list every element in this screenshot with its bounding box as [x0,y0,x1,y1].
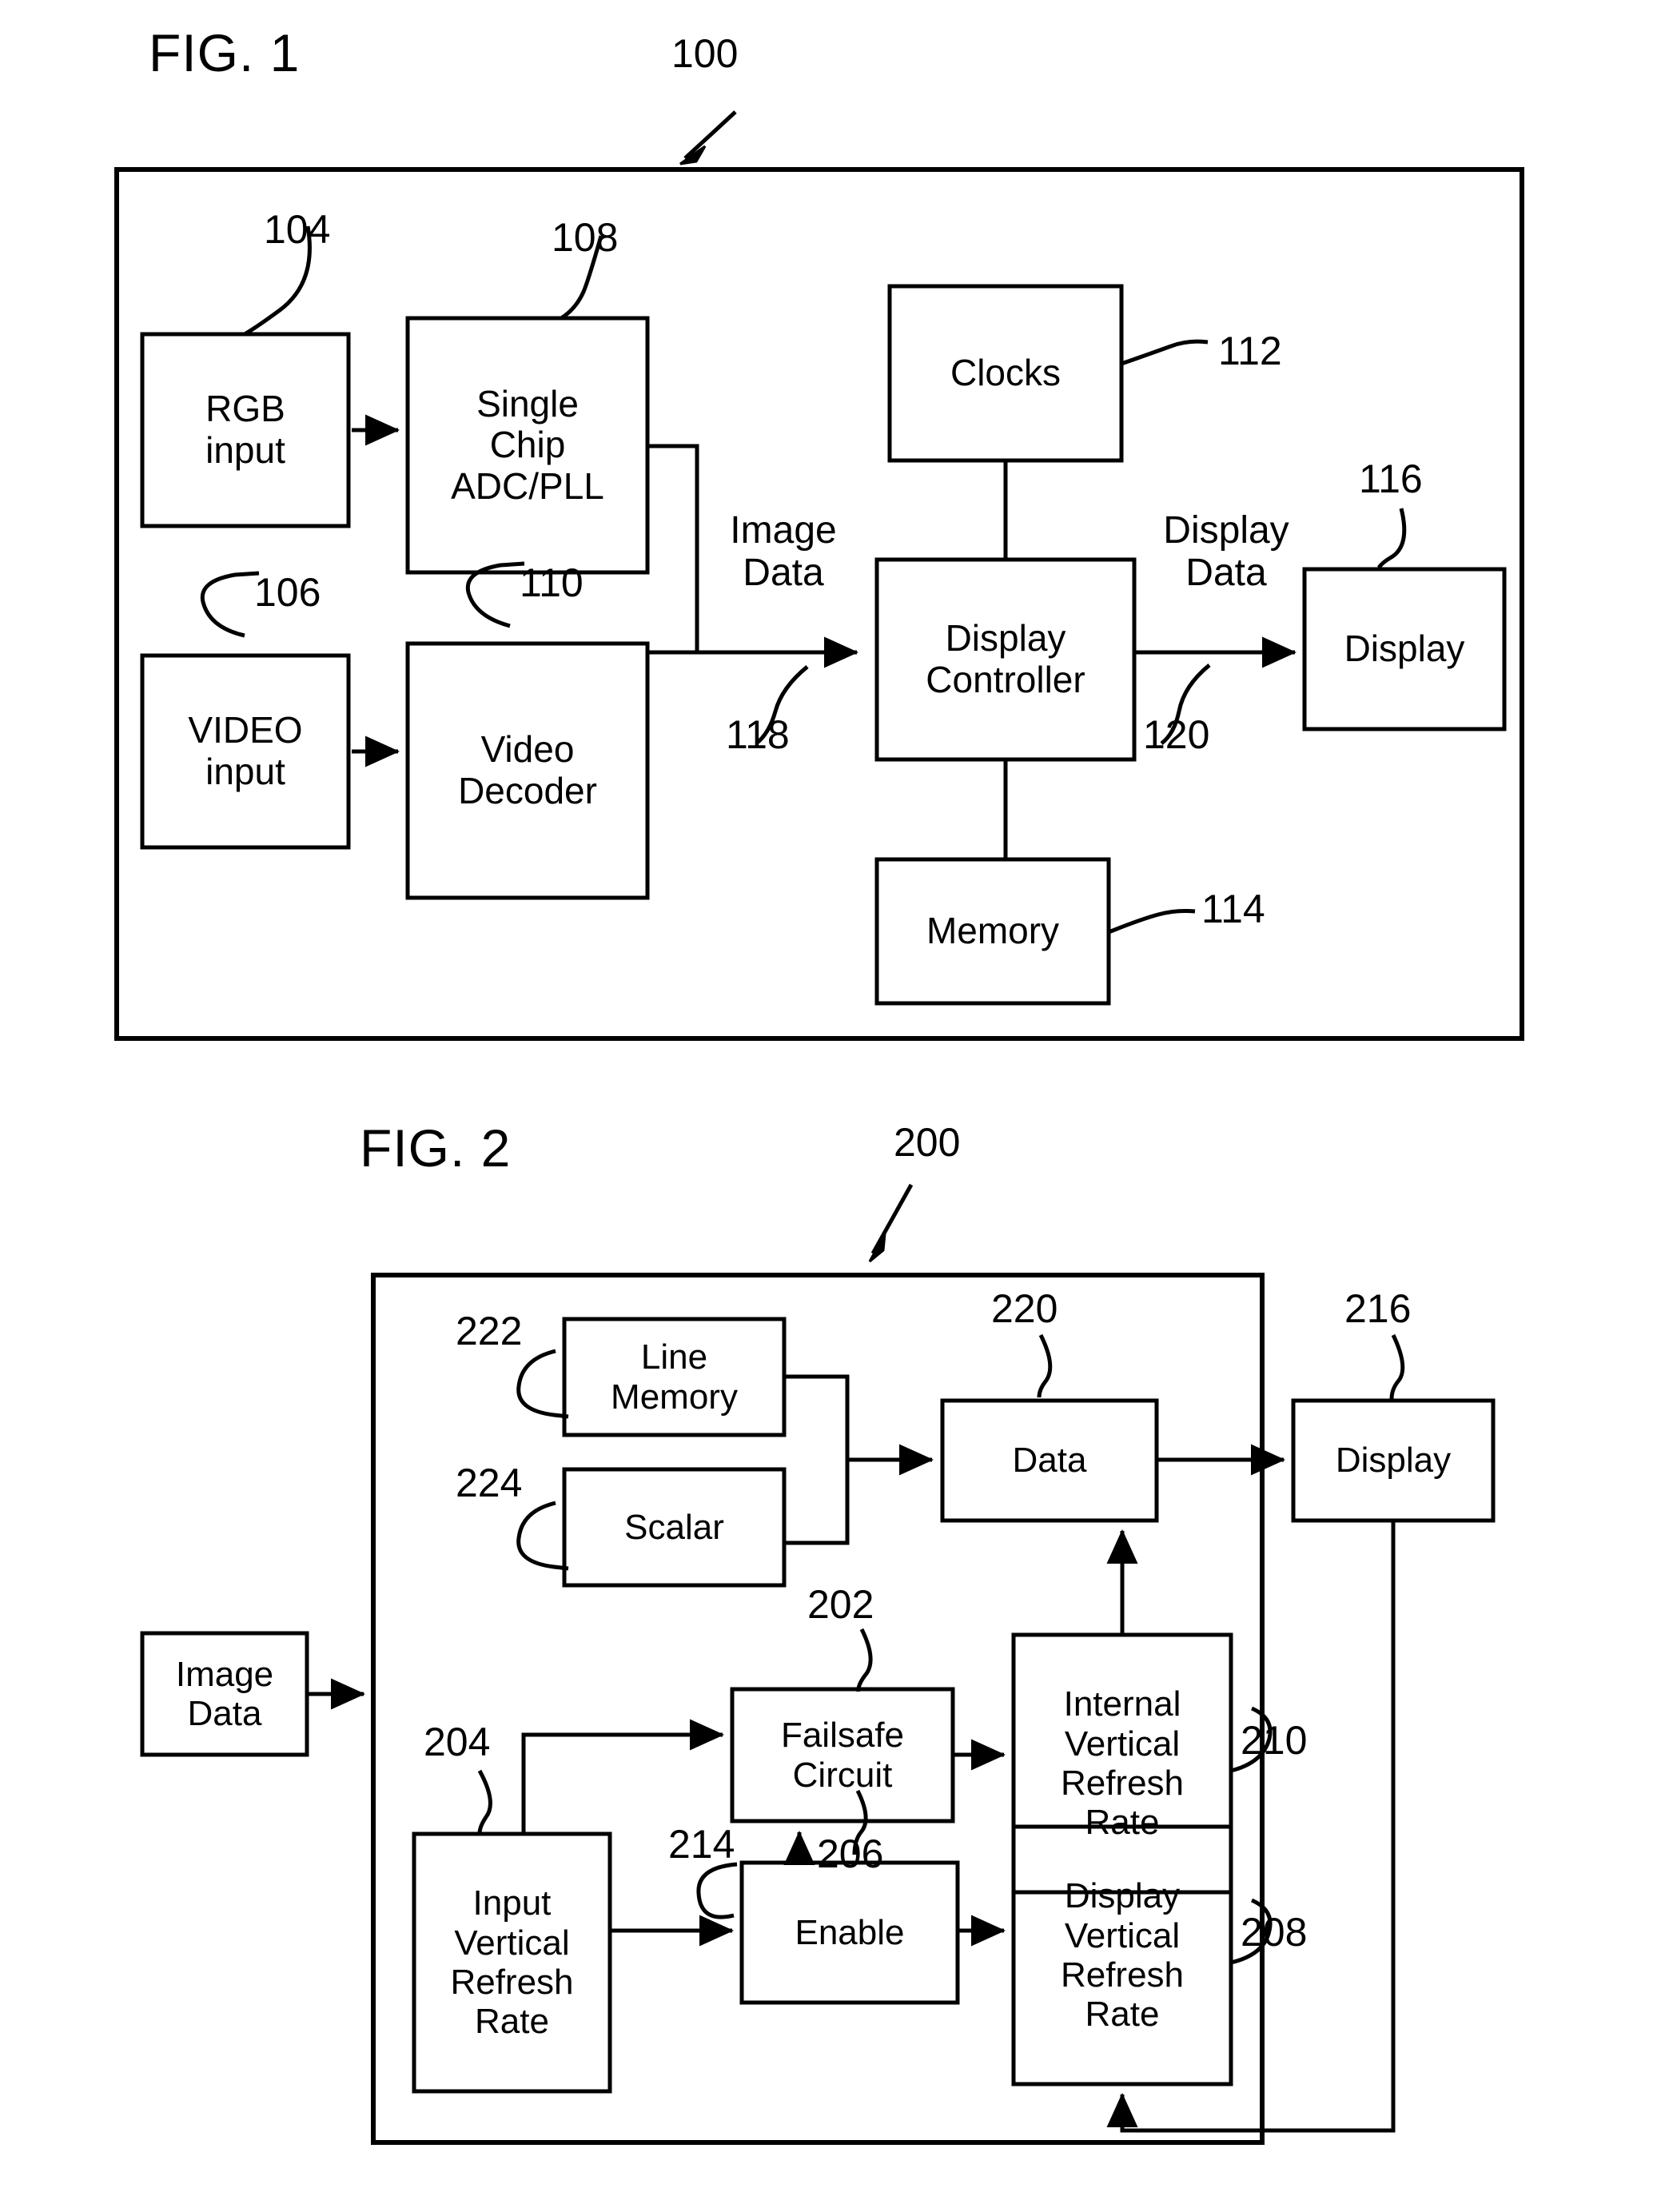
fig1-ref-116: 116 [1359,456,1423,501]
fig2-ref-224: 224 [456,1461,523,1505]
fig2-ref-208: 208 [1241,1910,1308,1955]
fig2-ref-222: 222 [456,1309,523,1353]
figure-2-title: FIG. 2 [360,1118,512,1178]
fig2-ref-204: 204 [424,1720,491,1764]
fig2-ref-202: 202 [807,1582,874,1627]
fig1-ref-114: 114 [1201,887,1265,931]
fig1-box-video-input: VIDEO input [188,709,303,792]
patent-drawing-sheet: FIG. 1 100 104 RGB input 108 Single Chip… [0,0,1665,2212]
fig1-ref-112: 112 [1218,329,1282,373]
fig1-ref-108: 108 [552,215,619,260]
fig2-ref-220: 220 [991,1286,1058,1331]
fig1-box-clocks: Clocks [950,352,1062,394]
fig1-ref-120: 120 [1143,712,1210,757]
fig2-box-input-vertical-refresh-rate: Input Vertical Refresh Rate [450,1883,574,2042]
fig1-ref-106: 106 [254,570,321,615]
fig1-box-rgb-input: RGB input [205,388,285,471]
fig2-system-ref: 200 [894,1120,961,1165]
fig1-box-video-decoder: Video Decoder [458,728,597,811]
fig1-edge-display-data: Display Data [1163,509,1289,594]
fig2-box-data: Data [1012,1441,1087,1481]
fig1-system-ref: 100 [671,31,739,76]
fig2-ref-216: 216 [1344,1286,1412,1331]
fig1-box-display-controller: Display Controller [926,617,1085,700]
fig2-ref-210: 210 [1241,1718,1308,1763]
fig1-box-single-chip-adc-pll: Single Chip ADC/PLL [451,382,604,507]
figure-1-title: FIG. 1 [149,23,301,82]
fig1-box-display: Display [1344,628,1465,670]
fig1-ref-110: 110 [520,560,584,605]
fig2-box-scalar: Scalar [624,1507,724,1547]
fig2-box-display-vertical-refresh-rate: Display Vertical Refresh Rate [1060,1876,1185,2035]
fig2-box-image-data: Image Data [175,1654,274,1733]
fig1-ref-118: 118 [726,712,790,757]
fig2-ref-214: 214 [668,1822,735,1867]
fig1-ref-104: 104 [264,207,331,252]
fig1-edge-image-data: Image Data [730,509,837,594]
fig2-box-enable: Enable [795,1912,905,1952]
fig2-box-failsafe-circuit: Failsafe Circuit [780,1716,905,1795]
fig2-box-display: Display [1335,1441,1452,1481]
fig1-box-memory: Memory [926,910,1060,952]
fig2-box-line-memory: Line Memory [611,1337,738,1417]
